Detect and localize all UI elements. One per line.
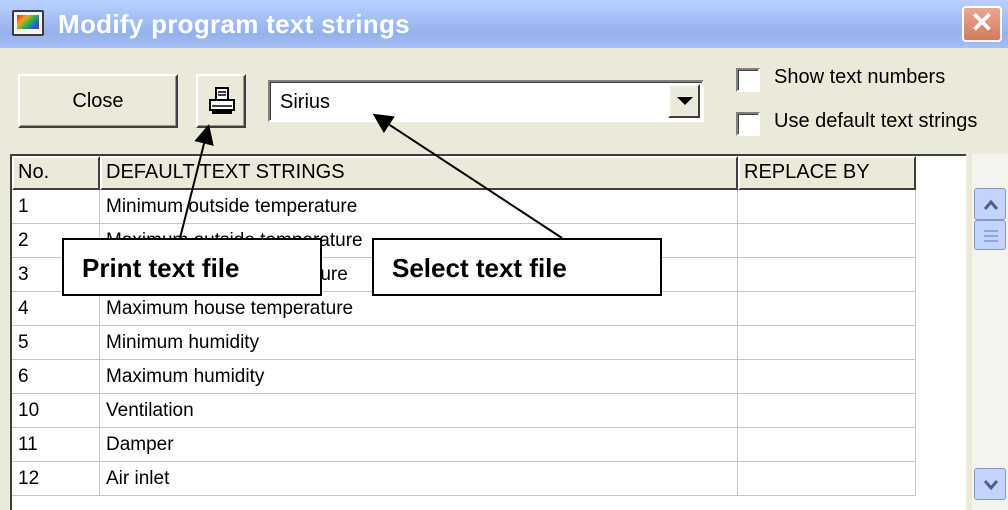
cell-default-text[interactable]: Minimum outside temperature	[100, 190, 738, 224]
close-window-button[interactable]: ✕	[962, 6, 1002, 42]
table-row[interactable]: 6 Maximum humidity	[12, 360, 916, 394]
combo-selected-value: Sirius	[280, 91, 331, 113]
cell-replace-by[interactable]	[738, 360, 916, 394]
column-header-default[interactable]: DEFAULT TEXT STRINGS	[100, 156, 738, 190]
cell-default-text[interactable]: Maximum house temperature	[100, 292, 738, 326]
checkbox-label: Use default text strings	[774, 110, 978, 132]
scroll-down-button[interactable]	[974, 468, 1006, 500]
table-row[interactable]: 5 Minimum humidity	[12, 326, 916, 360]
chevron-down-icon	[983, 480, 999, 491]
cell-replace-by[interactable]	[738, 258, 916, 292]
cell-no[interactable]: 4	[12, 292, 100, 326]
close-button[interactable]: Close	[18, 74, 178, 128]
checkbox-box[interactable]	[736, 68, 760, 92]
chevron-down-icon[interactable]	[668, 84, 700, 118]
vertical-scrollbar[interactable]	[972, 154, 1008, 510]
grid-header: No. DEFAULT TEXT STRINGS REPLACE BY	[12, 156, 966, 190]
cell-no[interactable]: 11	[12, 428, 100, 462]
scroll-thumb[interactable]	[974, 220, 1006, 250]
table-row[interactable]: 12 Air inlet	[12, 462, 916, 496]
cell-replace-by[interactable]	[738, 326, 916, 360]
cell-replace-by[interactable]	[738, 224, 916, 258]
chevron-up-icon	[983, 199, 999, 210]
cell-default-text[interactable]: Maximum humidity	[100, 360, 738, 394]
cell-default-text[interactable]: Ventilation	[100, 394, 738, 428]
scroll-up-button[interactable]	[974, 188, 1006, 220]
printer-icon	[209, 87, 235, 114]
cell-no[interactable]: 1	[12, 190, 100, 224]
title-bar[interactable]: Modify program text strings ✕	[0, 0, 1008, 48]
cell-replace-by[interactable]	[738, 190, 916, 224]
text-strings-grid[interactable]: No. DEFAULT TEXT STRINGS REPLACE BY 1 Min…	[10, 154, 966, 510]
select-text-file-callout: Select text file	[372, 238, 662, 296]
print-text-file-callout: Print text file	[62, 238, 322, 296]
cell-replace-by[interactable]	[738, 428, 916, 462]
print-button[interactable]	[196, 74, 246, 128]
table-row[interactable]: 1 Minimum outside temperature	[12, 190, 916, 224]
checkbox-label: Show text numbers	[774, 66, 946, 88]
cell-no[interactable]: 12	[12, 462, 100, 496]
cell-replace-by[interactable]	[738, 292, 916, 326]
app-icon	[12, 10, 44, 36]
checkbox-box[interactable]	[736, 112, 760, 136]
column-header-replace[interactable]: REPLACE BY	[738, 156, 916, 190]
cell-default-text[interactable]: Damper	[100, 428, 738, 462]
cell-replace-by[interactable]	[738, 462, 916, 496]
cell-default-text[interactable]: Air inlet	[100, 462, 738, 496]
window-title: Modify program text strings	[58, 9, 410, 39]
cell-no[interactable]: 5	[12, 326, 100, 360]
modify-text-strings-window: Modify program text strings ✕ Close Siri…	[0, 0, 1008, 510]
table-row[interactable]: 11 Damper	[12, 428, 916, 462]
text-file-combo[interactable]: Sirius	[268, 80, 704, 122]
column-header-no[interactable]: No.	[12, 156, 100, 190]
table-row[interactable]: 4 Maximum house temperature	[12, 292, 916, 326]
cell-no[interactable]: 10	[12, 394, 100, 428]
table-row[interactable]: 10 Ventilation	[12, 394, 916, 428]
cell-replace-by[interactable]	[738, 394, 916, 428]
cell-default-text[interactable]: Minimum humidity	[100, 326, 738, 360]
cell-no[interactable]: 6	[12, 360, 100, 394]
